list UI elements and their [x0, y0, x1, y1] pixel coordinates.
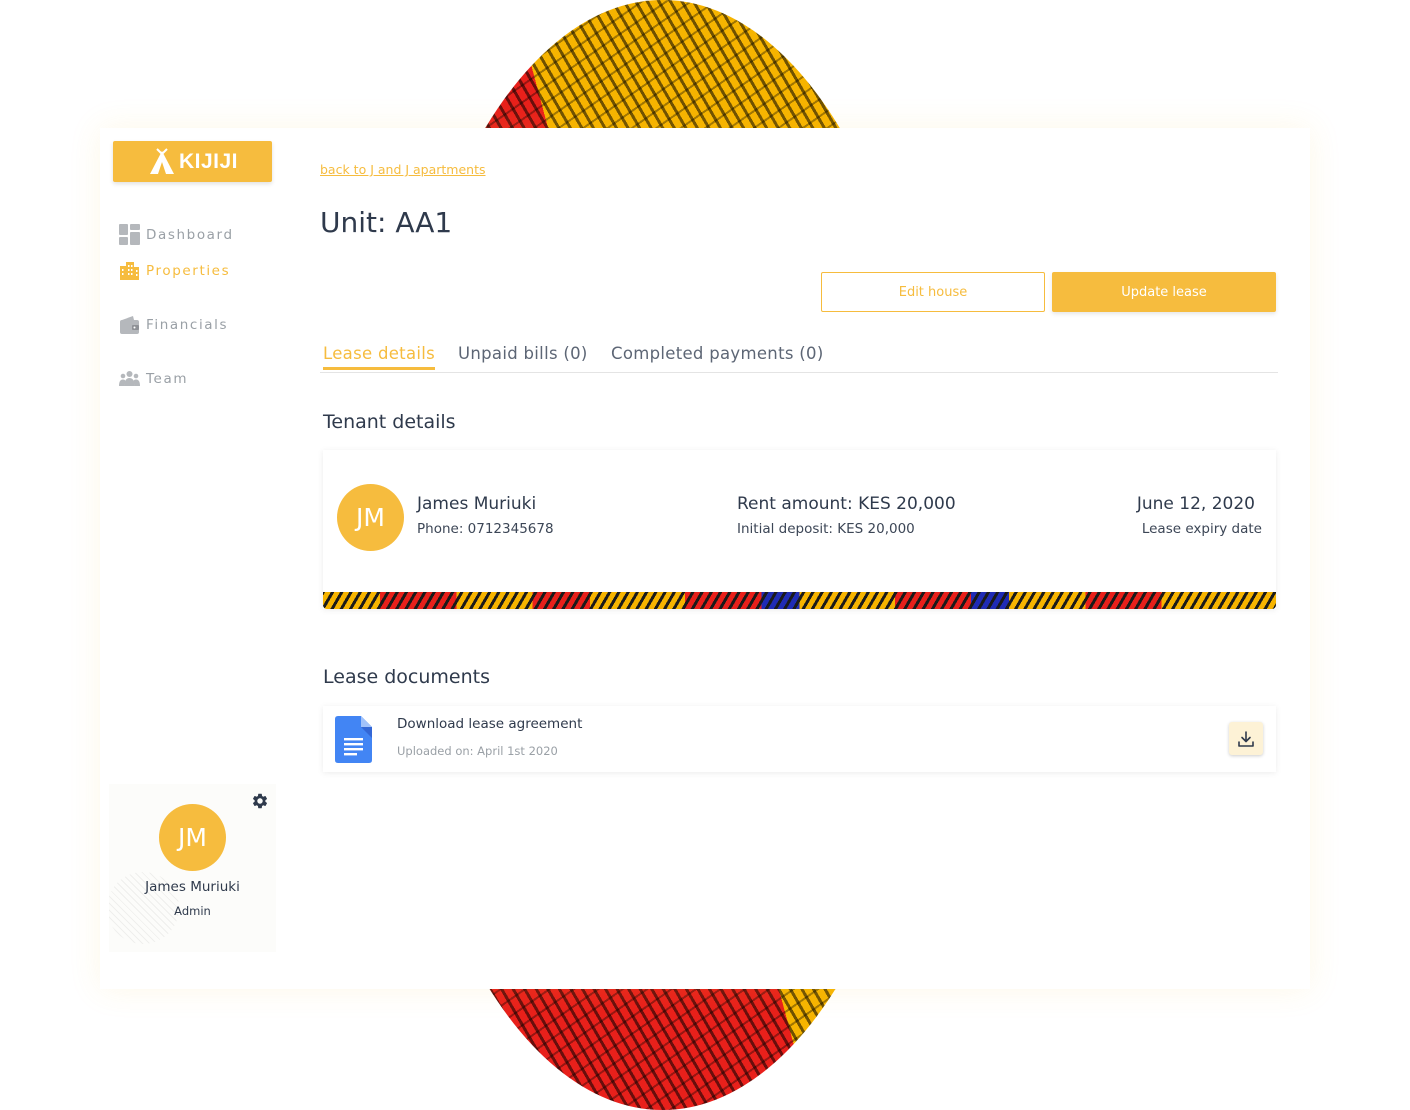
team-icon	[119, 371, 140, 386]
sidebar-item-properties[interactable]: Properties	[119, 260, 269, 281]
lease-expiry-date: June 12, 2020	[1136, 494, 1255, 514]
profile-role: Admin	[174, 904, 211, 918]
main-content: back to J and J apartments Unit: AA1 Edi…	[320, 128, 1280, 989]
download-icon	[1238, 730, 1254, 747]
rent-amount: Rent amount: KES 20,000	[737, 494, 956, 514]
back-link[interactable]: back to J and J apartments	[320, 162, 486, 177]
tab-bar: Lease details Unpaid bills (0) Completed…	[320, 342, 1278, 373]
sidebar-item-dashboard[interactable]: Dashboard	[119, 224, 269, 245]
download-button[interactable]	[1229, 722, 1263, 755]
document-title[interactable]: Download lease agreement	[397, 716, 582, 732]
tent-icon	[149, 147, 174, 174]
edit-house-button[interactable]: Edit house	[821, 272, 1045, 312]
update-lease-button[interactable]: Update lease	[1052, 272, 1276, 312]
decorative-pattern-strip	[323, 592, 1276, 609]
initial-deposit: Initial deposit: KES 20,000	[737, 521, 915, 537]
document-upload-date: Uploaded on: April 1st 2020	[397, 744, 558, 758]
tenant-card: JM James Muriuki Phone: 0712345678 Rent …	[323, 450, 1276, 609]
tenant-phone: Phone: 0712345678	[417, 521, 554, 537]
user-profile-card: JM James Muriuki Admin	[109, 784, 276, 952]
wallet-icon	[120, 316, 139, 334]
tenant-section-title: Tenant details	[323, 411, 456, 433]
avatar: JM	[337, 484, 404, 551]
profile-name: James Muriuki	[145, 879, 240, 895]
app-window: KIJIJI Dashboard Properties Financials T…	[100, 128, 1310, 989]
avatar: JM	[159, 804, 226, 871]
page-title: Unit: AA1	[320, 206, 453, 239]
tenant-name: James Muriuki	[417, 494, 537, 514]
sidebar-item-label: Financials	[146, 317, 229, 333]
building-icon	[120, 262, 139, 280]
lease-expiry-label: Lease expiry date	[1141, 521, 1262, 537]
tab-lease-details[interactable]: Lease details	[323, 344, 436, 370]
logo-text: KIJIJI	[178, 149, 239, 173]
sidebar-item-label: Properties	[146, 263, 231, 279]
sidebar-item-label: Dashboard	[146, 227, 234, 243]
kijiji-logo[interactable]: KIJIJI	[113, 141, 272, 182]
google-doc-icon	[335, 716, 372, 763]
documents-section-title: Lease documents	[323, 666, 490, 688]
sidebar-item-team[interactable]: Team	[119, 368, 269, 389]
tab-unpaid-bills[interactable]: Unpaid bills (0)	[458, 344, 588, 367]
sidebar-item-financials[interactable]: Financials	[119, 314, 269, 335]
sidebar-nav: Dashboard Properties Financials Team	[119, 224, 269, 389]
sidebar-item-label: Team	[146, 371, 189, 387]
tab-completed-payments[interactable]: Completed payments (0)	[611, 344, 824, 367]
document-row[interactable]: Download lease agreement Uploaded on: Ap…	[323, 706, 1276, 772]
dashboard-icon	[119, 224, 140, 245]
gear-icon[interactable]	[251, 792, 269, 810]
